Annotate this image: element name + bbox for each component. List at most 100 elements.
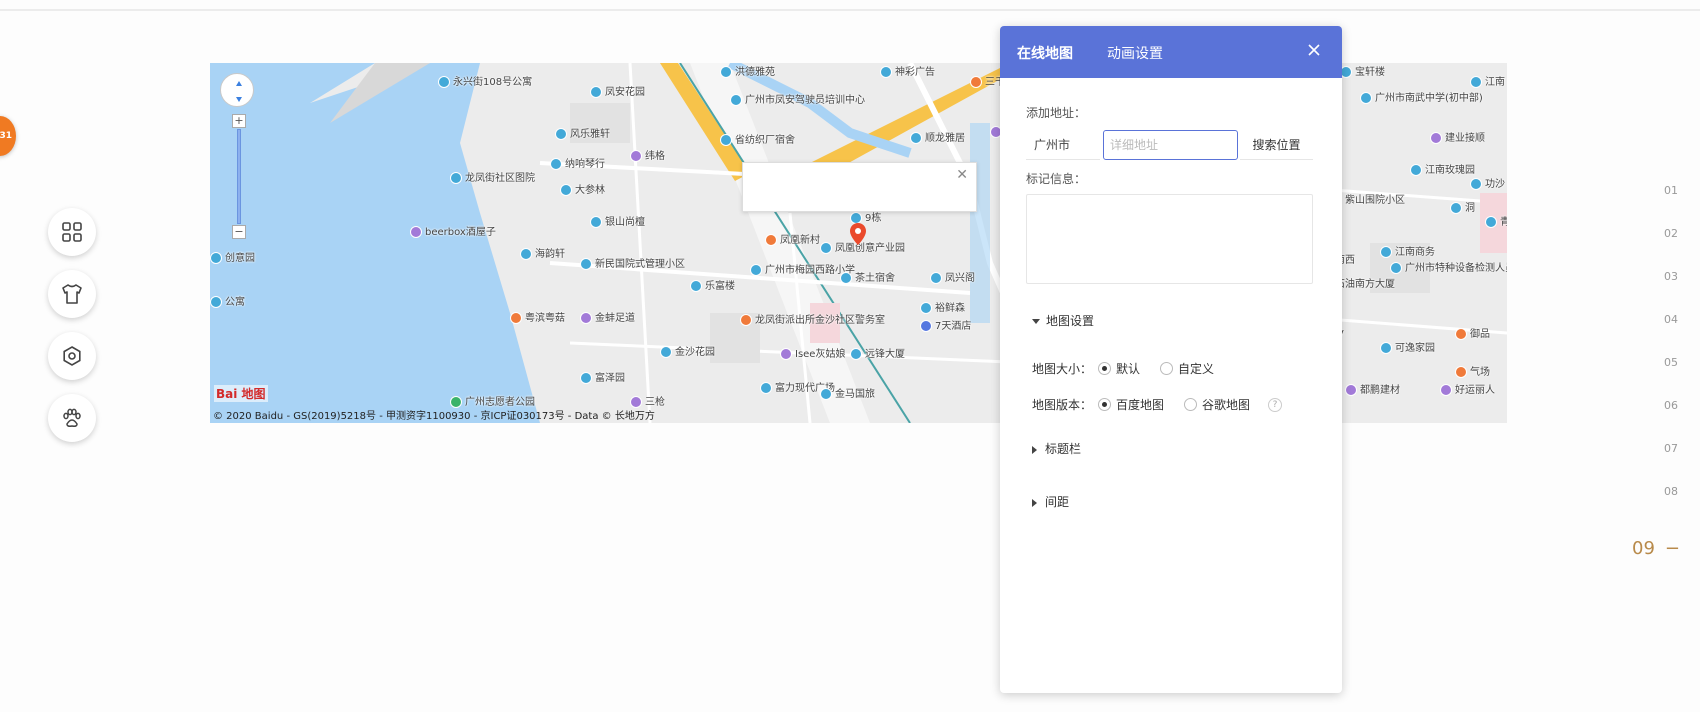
- tab-online-map[interactable]: 在线地图: [1017, 43, 1073, 85]
- section-title: 地图设置: [1046, 314, 1095, 328]
- map-poi[interactable]: 乐富楼: [690, 277, 735, 292]
- map-poi[interactable]: 风乐雅轩: [555, 125, 610, 140]
- map-poi[interactable]: 裕鲜森: [920, 299, 965, 314]
- map-poi[interactable]: 纬格: [630, 147, 665, 162]
- map-poi[interactable]: 洞: [1450, 199, 1475, 214]
- map-poi[interactable]: 公寓: [210, 293, 245, 308]
- map-poi[interactable]: 金马国旅: [820, 385, 875, 400]
- poi-label: 纬格: [645, 151, 665, 162]
- poi-icon: [690, 280, 702, 292]
- map-poi[interactable]: 省纺织厂宿舍: [720, 131, 795, 146]
- map-poi[interactable]: 广州市凤安驾驶员培训中心: [730, 91, 865, 106]
- map-poi[interactable]: 凤凰新村: [765, 231, 820, 246]
- map-poi[interactable]: 茶土宿舍: [840, 269, 895, 284]
- map-poi[interactable]: 龙凤街派出所金沙社区警务室: [740, 311, 885, 326]
- zoom-in-button[interactable]: +: [232, 114, 246, 128]
- size-default-label: 默认: [1116, 362, 1141, 376]
- map-poi[interactable]: 顺龙雅居: [910, 129, 965, 144]
- map-poi[interactable]: 都鹏建材: [1345, 381, 1400, 396]
- index-item[interactable]: 04: [1664, 313, 1678, 326]
- help-icon[interactable]: ?: [1268, 397, 1283, 412]
- zoom-slider[interactable]: [237, 129, 241, 224]
- map-poi[interactable]: 神彩广告: [880, 63, 935, 78]
- spacing-section[interactable]: 间距: [1032, 493, 1069, 510]
- map-poi[interactable]: 宝轩楼: [1340, 63, 1385, 78]
- search-location-button[interactable]: 搜索位置: [1240, 130, 1313, 160]
- version-google-radio[interactable]: [1184, 398, 1198, 411]
- zoom-out-button[interactable]: −: [232, 225, 246, 239]
- map-poi[interactable]: 气场: [1455, 363, 1490, 378]
- close-icon[interactable]: [1306, 42, 1322, 58]
- map-poi[interactable]: 银山尚檀: [590, 213, 645, 228]
- poi-icon: [930, 272, 942, 284]
- poi-icon: [1430, 132, 1442, 144]
- map-poi[interactable]: 富泽园: [580, 369, 625, 384]
- map-poi[interactable]: 凤安花园: [590, 83, 645, 98]
- map-pan-control[interactable]: [220, 73, 254, 107]
- map-info-window: ✕: [742, 162, 977, 212]
- map-poi[interactable]: 广州市特种设备检测人员考试委员: [1390, 259, 1507, 274]
- index-item[interactable]: 06: [1664, 399, 1678, 412]
- components-button[interactable]: [48, 208, 96, 256]
- map-poi[interactable]: 龙凤街社区图院: [450, 169, 535, 184]
- map-poi[interactable]: 建业接顺: [1430, 129, 1485, 144]
- version-baidu-radio[interactable]: [1098, 398, 1112, 411]
- map-poi[interactable]: 江南: [1470, 73, 1505, 88]
- size-custom-radio[interactable]: [1160, 362, 1174, 375]
- map-poi[interactable]: 创意园: [210, 249, 255, 264]
- map-poi[interactable]: 江南商务: [1380, 243, 1435, 258]
- map-poi[interactable]: 青: [1485, 213, 1507, 228]
- poi-label: 金马国旅: [835, 389, 875, 400]
- notification-badge[interactable]: 31: [0, 116, 16, 156]
- poi-icon: [765, 234, 777, 246]
- index-item[interactable]: 07: [1664, 442, 1678, 455]
- poi-icon: [630, 150, 642, 162]
- map-poi[interactable]: beerbox酒屋子: [410, 223, 496, 238]
- marker-info-textarea[interactable]: [1026, 194, 1313, 284]
- map-poi[interactable]: Isee灰姑娘: [780, 345, 845, 360]
- city-select[interactable]: 广州市: [1026, 130, 1100, 160]
- index-item[interactable]: 08: [1664, 485, 1678, 498]
- map-poi[interactable]: 金沙花园: [660, 343, 715, 358]
- theme-button[interactable]: [48, 270, 96, 318]
- tab-animation-settings[interactable]: 动画设置: [1107, 43, 1163, 63]
- close-icon[interactable]: ✕: [956, 167, 968, 183]
- map-marker-icon[interactable]: [850, 223, 866, 245]
- index-item[interactable]: 03: [1664, 270, 1678, 283]
- address-input[interactable]: [1103, 130, 1238, 160]
- size-default-radio[interactable]: [1098, 362, 1112, 375]
- map-poi[interactable]: 纳响琴行: [550, 155, 605, 170]
- index-item[interactable]: 01: [1664, 184, 1678, 197]
- map-poi[interactable]: 大参林: [560, 181, 605, 196]
- settings-button[interactable]: [48, 332, 96, 380]
- title-bar-section[interactable]: 标题栏: [1032, 440, 1081, 457]
- map-poi[interactable]: 凤兴阁: [930, 269, 975, 284]
- poi-label: 裕鲜森: [935, 303, 965, 314]
- map-poi[interactable]: 金蚌足道: [580, 309, 635, 324]
- map-poi[interactable]: 好运丽人: [1440, 381, 1495, 396]
- index-item[interactable]: 02: [1664, 227, 1678, 240]
- map-poi[interactable]: 御品: [1455, 325, 1490, 340]
- map-poi[interactable]: 广州市南武中学(初中部): [1360, 89, 1483, 104]
- map-poi[interactable]: 洪德雅苑: [720, 63, 775, 78]
- map-settings-section[interactable]: 地图设置: [1032, 312, 1094, 329]
- index-active[interactable]: 09−: [1632, 538, 1680, 559]
- map-poi[interactable]: 新民国院式管理小区: [580, 255, 685, 270]
- map-poi[interactable]: 江南玫瑰园: [1410, 161, 1475, 176]
- poi-label: Isee灰姑娘: [795, 349, 846, 360]
- index-item[interactable]: 05: [1664, 356, 1678, 369]
- poi-icon: [450, 172, 462, 184]
- map-poi[interactable]: 三枪: [630, 393, 665, 408]
- poi-label: 凤凰创意产业园: [835, 243, 905, 254]
- map-poi[interactable]: 功沙: [1470, 175, 1505, 190]
- map-poi[interactable]: 永兴街108号公寓: [438, 73, 532, 88]
- pet-button[interactable]: [48, 394, 96, 442]
- map-poi[interactable]: 粤滨粤菇: [510, 309, 565, 324]
- map-poi[interactable]: 可逸家园: [1380, 339, 1435, 354]
- map-poi[interactable]: 海韵轩: [520, 245, 565, 260]
- map-version-label: 地图版本：: [1032, 398, 1093, 412]
- poi-label: 紫山围院小区: [1345, 195, 1405, 206]
- map-poi[interactable]: 广州志愿者公园: [450, 393, 535, 408]
- map-poi[interactable]: 7天酒店: [920, 317, 971, 332]
- map-poi[interactable]: 远锋大厦: [850, 345, 905, 360]
